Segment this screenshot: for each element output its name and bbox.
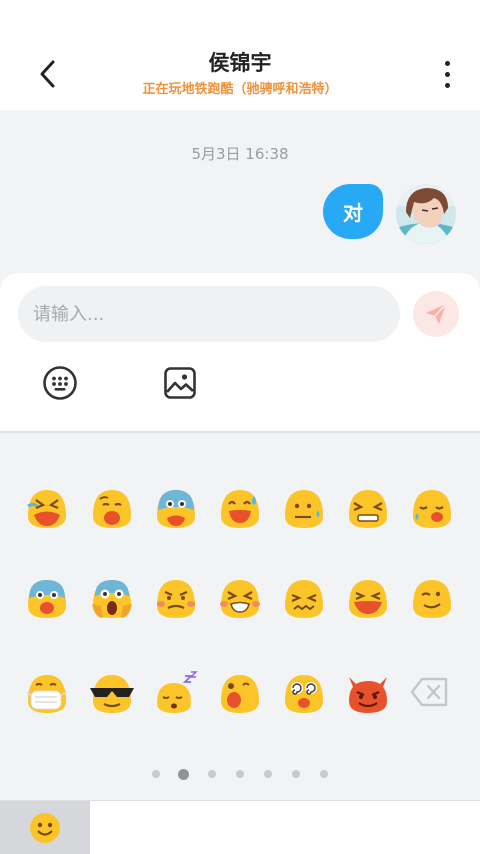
- emoji-expressionless-sweat-icon[interactable]: [281, 486, 327, 532]
- outgoing-message-bubble[interactable]: 对: [323, 184, 383, 239]
- emoji-screaming-icon[interactable]: [89, 576, 135, 622]
- page-dot[interactable]: [208, 770, 216, 778]
- smiley-icon: [30, 813, 60, 843]
- emoji-sleeping-icon[interactable]: [153, 671, 199, 717]
- emoji-anxious-sweat-icon[interactable]: [153, 486, 199, 532]
- emoji-page-indicator: [0, 769, 480, 780]
- keyboard-icon: [43, 366, 77, 400]
- message-timestamp: 5月3日 16:38: [191, 145, 289, 163]
- contact-status: 正在玩地铁跑酷（驰骋呼和浩特）: [142, 82, 338, 97]
- emoji-confounded-icon[interactable]: [281, 576, 327, 622]
- emoji-loudly-crying-icon[interactable]: [24, 486, 70, 532]
- emoji-disappointed-relieved-icon[interactable]: [409, 486, 455, 532]
- page-dot[interactable]: [292, 770, 300, 778]
- image-icon: [164, 367, 196, 399]
- emoji-dizzy-icon[interactable]: [281, 671, 327, 717]
- emoji-winking-icon[interactable]: [409, 576, 455, 622]
- contact-name: 侯锦宇: [208, 51, 272, 75]
- page-dot[interactable]: [320, 770, 328, 778]
- emoji-category-tab[interactable]: [0, 801, 90, 854]
- page-dot[interactable]: [152, 770, 160, 778]
- emoji-squinting-tongue-icon[interactable]: [345, 576, 391, 622]
- input-panel: [0, 273, 480, 433]
- emoji-category-bar: [0, 800, 480, 854]
- emoji-persevering-icon[interactable]: [345, 486, 391, 532]
- image-button[interactable]: [161, 364, 199, 402]
- keyboard-button[interactable]: [41, 364, 79, 402]
- emoji-sleepy-icon[interactable]: [89, 486, 135, 532]
- emoji-angry-icon[interactable]: [153, 576, 199, 622]
- paper-plane-icon: [426, 303, 447, 324]
- emoji-medical-mask-icon[interactable]: [24, 671, 70, 717]
- emoji-panel: [0, 433, 480, 800]
- backspace-icon[interactable]: [410, 673, 450, 711]
- page-dot-active[interactable]: [178, 769, 189, 780]
- message-list[interactable]: 5月3日 16:38 对: [0, 110, 480, 285]
- emoji-sunglasses-icon[interactable]: [89, 671, 135, 717]
- page-dot[interactable]: [236, 770, 244, 778]
- send-button[interactable]: [413, 291, 459, 337]
- avatar[interactable]: [396, 184, 456, 244]
- emoji-grinning-sweat-icon[interactable]: [217, 486, 263, 532]
- emoji-devil-icon[interactable]: [345, 671, 391, 717]
- chat-header: 侯锦宇 正在玩地铁跑酷（驰骋呼和浩特）: [0, 0, 480, 110]
- more-vertical-icon: [444, 60, 450, 66]
- emoji-tired-icon[interactable]: [217, 576, 263, 622]
- avatar-image: [396, 184, 456, 244]
- page-dot[interactable]: [264, 770, 272, 778]
- emoji-fearful-icon[interactable]: [24, 576, 70, 622]
- emoji-open-mouth-icon[interactable]: [217, 671, 263, 717]
- message-input[interactable]: [18, 286, 400, 342]
- more-menu-button[interactable]: [432, 56, 462, 92]
